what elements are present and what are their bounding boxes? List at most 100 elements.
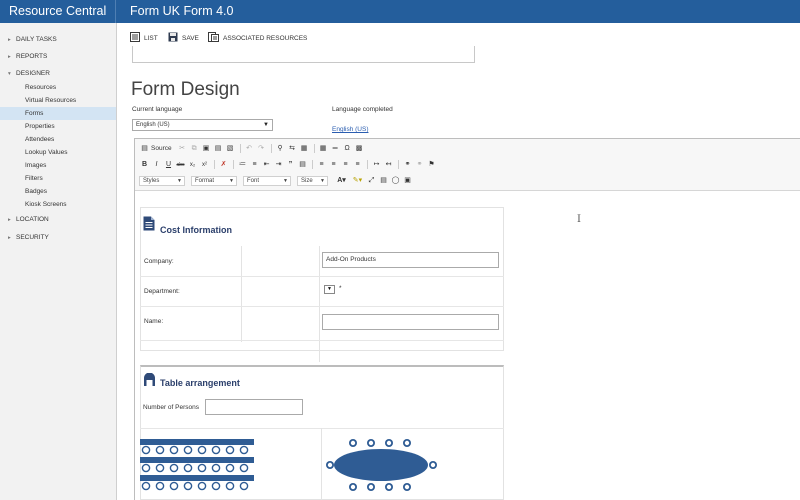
department-select[interactable]: ▼ xyxy=(324,285,335,294)
page-break-icon[interactable]: ▩ xyxy=(354,144,365,154)
list-button[interactable]: LIST xyxy=(130,31,158,45)
source-button[interactable]: Source xyxy=(151,145,172,152)
unlink-icon[interactable]: ⚭ xyxy=(414,160,425,170)
toolbar-separator xyxy=(239,144,241,153)
sidebar-item-kiosk-screens[interactable]: Kiosk Screens xyxy=(0,198,116,211)
sidebar-group-designer[interactable]: ▾ DESIGNER xyxy=(0,68,116,80)
sidebar-item-properties[interactable]: Properties xyxy=(0,120,116,133)
italic-icon[interactable]: I xyxy=(151,160,162,170)
font-label: Font xyxy=(247,177,260,184)
text-color-icon[interactable]: A▾ xyxy=(334,176,349,186)
redo-icon[interactable]: ↷ xyxy=(256,144,267,154)
current-language-value: English (US) xyxy=(136,122,170,128)
table-icon[interactable]: ▦ xyxy=(318,144,329,154)
link-icon[interactable]: ⚭ xyxy=(402,160,413,170)
replace-icon[interactable]: ⇆ xyxy=(287,144,298,154)
save-label: SAVE xyxy=(182,34,199,42)
grid-line xyxy=(140,428,504,429)
chevron-right-icon: ▸ xyxy=(8,217,11,223)
background-color-icon[interactable]: ✎▾ xyxy=(350,176,365,186)
anchor-icon[interactable]: ⚑ xyxy=(426,160,437,170)
show-blocks-icon[interactable]: ▤ xyxy=(378,176,389,186)
paste-icon[interactable]: ▣ xyxy=(201,144,212,154)
source-icon: ▤ xyxy=(141,144,148,152)
sidebar-item-resources[interactable]: Resources xyxy=(0,81,116,94)
blockquote-icon[interactable]: ” xyxy=(285,160,296,170)
sidebar-group-daily-tasks[interactable]: ▸ DAILY TASKS xyxy=(0,34,116,46)
format-combo[interactable]: Format ▼ xyxy=(191,175,237,186)
bulleted-list-icon[interactable]: ≡ xyxy=(249,160,260,170)
app-title[interactable]: Resource Central xyxy=(0,0,116,23)
align-center-icon[interactable]: ≡ xyxy=(328,160,339,170)
sidebar-item-forms[interactable]: Forms xyxy=(0,107,116,120)
grid-line xyxy=(319,246,320,362)
remove-format-icon[interactable]: ✗ xyxy=(218,160,229,170)
sidebar-item-virtual-resources[interactable]: Virtual Resources xyxy=(0,94,116,107)
preview-icon[interactable]: ◯ xyxy=(390,176,401,186)
chevron-right-icon: ▸ xyxy=(8,54,11,60)
sidebar-group-label: SECURITY xyxy=(16,234,49,241)
special-char-icon[interactable]: Ω xyxy=(342,144,353,154)
save-button[interactable]: SAVE xyxy=(168,31,199,45)
image-icon[interactable]: ▣ xyxy=(402,176,413,186)
size-combo[interactable]: Size ▼ xyxy=(297,175,328,186)
number-of-persons-field[interactable] xyxy=(205,399,303,415)
strike-icon[interactable]: abc xyxy=(175,160,186,170)
copy-icon[interactable]: ⧉ xyxy=(189,144,200,154)
associated-resources-button[interactable]: ASSOCIATED RESOURCES xyxy=(208,31,307,45)
align-right-icon[interactable]: ≡ xyxy=(340,160,351,170)
ltr-icon[interactable]: ↦ xyxy=(371,160,382,170)
numbered-list-icon[interactable]: ≔ xyxy=(237,160,248,170)
chevron-down-icon: ▾ xyxy=(8,71,11,77)
superscript-icon[interactable]: x² xyxy=(199,160,210,170)
required-marker: * xyxy=(339,285,342,292)
associated-resources-label: ASSOCIATED RESOURCES xyxy=(223,34,308,42)
paste-text-icon[interactable]: ▤ xyxy=(213,144,224,154)
align-justify-icon[interactable]: ≡ xyxy=(352,160,363,170)
sidebar-item-attendees[interactable]: Attendees xyxy=(0,133,116,146)
sidebar-item-badges[interactable]: Badges xyxy=(0,185,116,198)
paste-word-icon[interactable]: ▧ xyxy=(225,144,236,154)
cut-icon[interactable]: ✂ xyxy=(177,144,188,154)
maximize-icon[interactable]: ⤢ xyxy=(366,176,377,186)
sidebar-item-images[interactable]: Images xyxy=(0,159,116,172)
sidebar-group-label: LOCATION xyxy=(16,216,49,223)
font-combo[interactable]: Font ▼ xyxy=(243,175,291,186)
chevron-right-icon: ▸ xyxy=(8,37,11,43)
underline-icon[interactable]: U xyxy=(163,160,174,170)
name-field[interactable] xyxy=(322,314,499,330)
bold-icon[interactable]: B xyxy=(139,160,150,170)
toolbar-separator xyxy=(233,160,234,169)
outdent-icon[interactable]: ⇤ xyxy=(261,160,272,170)
sidebar-group-security[interactable]: ▸ SECURITY xyxy=(0,232,116,244)
grid-line xyxy=(241,246,242,342)
align-left-icon[interactable]: ≡ xyxy=(316,160,327,170)
sidebar-item-lookup-values[interactable]: Lookup Values xyxy=(0,146,116,159)
sidebar-item-filters[interactable]: Filters xyxy=(0,172,116,185)
styles-combo[interactable]: Styles ▼ xyxy=(139,175,185,186)
sidebar-group-label: DESIGNER xyxy=(16,70,50,77)
sidebar-group-label: REPORTS xyxy=(16,53,48,60)
styles-label: Styles xyxy=(143,177,160,184)
current-language-select[interactable]: English (US) ▼ xyxy=(132,119,273,131)
text-cursor-icon: I xyxy=(577,214,581,225)
department-label: Department: xyxy=(144,288,180,295)
indent-icon[interactable]: ⇥ xyxy=(273,160,284,170)
company-field[interactable]: Add-On Products xyxy=(322,252,499,268)
find-icon[interactable]: ⚲ xyxy=(275,144,286,154)
undo-icon[interactable]: ↶ xyxy=(244,144,255,154)
associated-resources-icon xyxy=(208,32,219,44)
current-language-label: Current language xyxy=(132,106,183,113)
select-all-icon[interactable]: ▦ xyxy=(299,144,310,154)
language-completed-link[interactable]: English (US) xyxy=(332,126,368,133)
rtl-icon[interactable]: ↤ xyxy=(383,160,394,170)
sidebar-group-location[interactable]: ▸ LOCATION xyxy=(0,214,116,226)
classroom-layout-image[interactable] xyxy=(140,436,255,500)
grid-line xyxy=(140,340,504,341)
window-title: Form UK Form 4.0 xyxy=(130,4,234,18)
sidebar-group-reports[interactable]: ▸ REPORTS xyxy=(0,51,116,63)
conference-layout-image[interactable] xyxy=(325,436,440,500)
div-icon[interactable]: ▤ xyxy=(297,160,308,170)
horizontal-line-icon[interactable]: ═ xyxy=(330,144,341,154)
subscript-icon[interactable]: x₂ xyxy=(187,160,198,170)
